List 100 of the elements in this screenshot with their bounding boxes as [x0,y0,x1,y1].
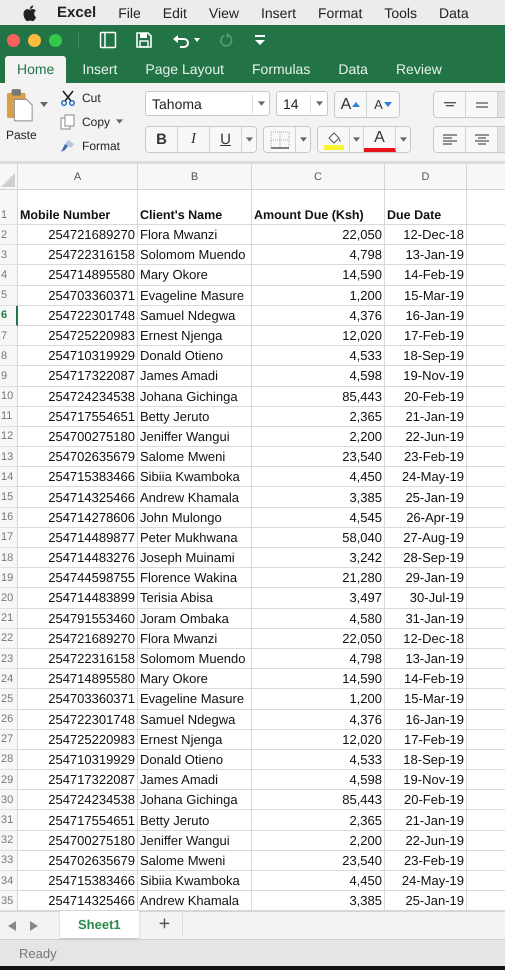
ribbon-tab[interactable]: Home [5,56,66,83]
copy-button[interactable]: Copy [60,112,124,132]
row-header[interactable]: 22 [0,628,18,649]
cut-button[interactable]: Cut [60,88,124,108]
row-header[interactable]: 28 [0,750,18,770]
row-header[interactable]: 5 [0,286,18,306]
table-cell: 254717322087 [48,368,135,384]
row-header[interactable]: 23 [0,648,18,670]
row-header[interactable]: 18 [0,548,18,568]
fill-color-button[interactable] [318,127,350,152]
table-cell: Ernest Njenga [140,328,222,344]
row-header[interactable]: 17 [0,528,18,548]
row-header[interactable]: 35 [0,891,18,912]
save-icon[interactable] [135,31,153,49]
font-size-dropdown[interactable]: 14 [276,91,328,116]
row-header[interactable]: 15 [0,487,18,508]
row-header[interactable]: 20 [0,588,18,609]
menu-item[interactable]: Tools [384,4,418,20]
column-header[interactable]: D [385,164,467,189]
row-header[interactable]: 25 [0,689,18,710]
align-left-button[interactable] [434,127,466,152]
table-cell: 254714895580 [48,267,135,282]
apple-logo-icon[interactable] [22,4,37,22]
paste-label[interactable]: Paste [6,128,37,142]
font-name-dropdown[interactable]: Tahoma [145,91,270,116]
row-header[interactable]: 31 [0,810,18,831]
increase-font-size-button[interactable]: A [335,92,368,117]
font-color-button[interactable]: A [364,127,396,152]
table-cell: 254725220983 [48,328,135,344]
row-header[interactable]: 6 [0,306,18,326]
row-header[interactable]: 27 [0,730,18,750]
sidebar-icon[interactable] [99,31,117,49]
sheet-tab[interactable]: Sheet1 [60,911,139,938]
menu-item[interactable]: Format [318,4,362,20]
ribbon-tab[interactable]: Formulas [240,56,322,83]
table-cell: 2,365 [349,812,382,828]
table-cell: 254714325466 [48,490,135,505]
row-header[interactable]: 21 [0,608,18,629]
menu-item[interactable]: Insert [260,4,296,20]
table-cell: Jeniffer Wangui [140,832,230,848]
column-header[interactable]: B [138,164,252,189]
row-header[interactable]: 1 [0,190,18,225]
next-sheet-icon[interactable] [30,921,38,932]
row-header[interactable]: 34 [0,871,18,892]
bold-button[interactable]: B [146,127,178,152]
menu-item[interactable]: Data [439,4,469,20]
caret-icon [400,136,407,142]
menu-item[interactable]: View [208,4,239,20]
ribbon-tab[interactable]: Page Layout [133,56,236,83]
row-header[interactable]: 14 [0,467,18,488]
zoom-button[interactable] [49,34,62,46]
row-header[interactable]: 4 [0,265,18,286]
table-cell: Salome Mweni [140,852,226,868]
row-header[interactable]: 8 [0,346,18,366]
ribbon-tab[interactable]: Data [326,56,380,83]
row-header[interactable]: 29 [0,770,18,790]
menu-item[interactable]: Edit [162,4,187,20]
table-cell: 15-Mar-19 [404,288,464,303]
table-cell: 18-Sep-19 [403,348,464,364]
table-cell: 22-Jun-19 [405,832,464,848]
column-header[interactable]: C [252,164,385,189]
fill-color-options-button[interactable] [350,127,364,152]
table-cell: Johana Gichinga [140,792,238,808]
row-header[interactable]: 30 [0,790,18,810]
row-header[interactable]: 26 [0,710,18,730]
row-header[interactable]: 19 [0,568,18,588]
ribbon-tab[interactable]: Review [384,56,454,83]
caret-icon[interactable] [40,102,48,108]
row-header[interactable]: 12 [0,426,18,448]
add-sheet-button[interactable]: + [158,913,184,936]
row-header[interactable]: 13 [0,447,18,468]
table-cell: 14-Feb-19 [404,267,464,282]
table-cell: 29-Jan-19 [405,570,464,586]
clipboard-icon[interactable] [6,88,34,122]
row-header[interactable]: 10 [0,386,18,407]
row-header[interactable]: 3 [0,245,18,266]
row-header[interactable]: 33 [0,850,18,871]
format-painter-button[interactable]: Format [60,136,124,156]
borders-button[interactable] [264,127,296,152]
table-cell: 58,040 [342,530,382,545]
customize-toolbar-icon[interactable] [253,33,267,47]
minimize-button[interactable] [28,34,41,46]
row-header[interactable]: 9 [0,366,18,386]
previous-sheet-icon[interactable] [8,921,16,932]
menu-item[interactable]: File [118,4,141,20]
table-cell: 4,450 [349,873,382,888]
row-header[interactable]: 24 [0,669,18,690]
app-menu[interactable]: Excel [57,4,96,21]
ribbon-tab[interactable]: Insert [70,56,130,83]
row-header[interactable]: 16 [0,508,18,528]
column-title: Client's Name [140,208,222,222]
row-header[interactable]: 2 [0,225,18,246]
table-cell: 27-Aug-19 [403,530,464,545]
row-header[interactable]: 32 [0,830,18,851]
row-header[interactable]: 7 [0,326,18,346]
table-cell: 23-Feb-19 [404,852,464,868]
column-header[interactable]: A [18,164,138,189]
align-top-button[interactable] [434,92,466,117]
table-cell: Florence Wakina [140,570,238,586]
row-header[interactable]: 11 [0,406,18,427]
